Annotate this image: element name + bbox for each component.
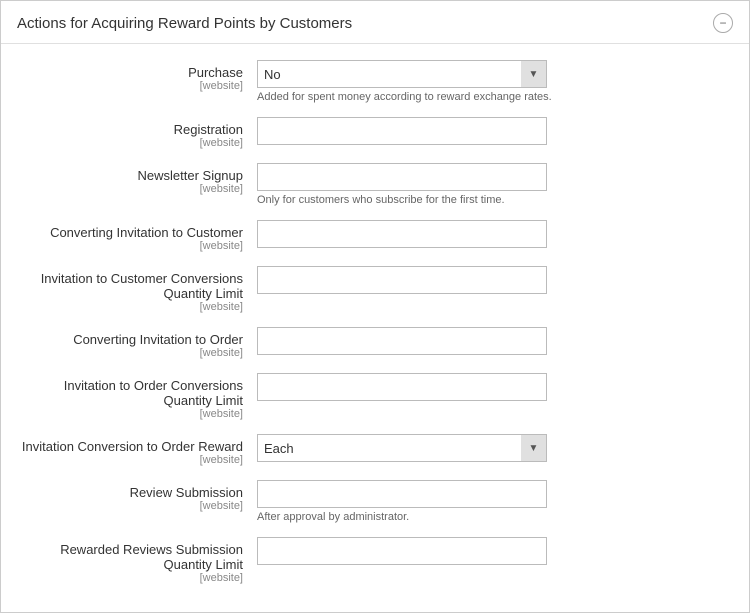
sublabel-invitation-order-quantity: [website] — [17, 408, 243, 420]
label-converting-invitation-customer: Converting Invitation to Customer — [17, 225, 243, 240]
input-registration[interactable] — [257, 117, 547, 145]
select-purchase[interactable]: NoYes — [257, 60, 547, 88]
collapse-button[interactable]: − — [713, 13, 733, 33]
sublabel-review-submission: [website] — [17, 500, 243, 512]
hint-review-submission: After approval by administrator. — [257, 511, 733, 523]
input-invitation-order-quantity[interactable] — [257, 373, 547, 401]
label-converting-invitation-order: Converting Invitation to Order — [17, 332, 243, 347]
sublabel-purchase: [website] — [17, 80, 243, 92]
select-wrapper-purchase: NoYes▼ — [257, 60, 547, 88]
collapse-icon: − — [719, 16, 726, 30]
sublabel-newsletter-signup: [website] — [17, 183, 243, 195]
sublabel-rewarded-reviews-quantity: [website] — [17, 572, 243, 584]
label-newsletter-signup: Newsletter Signup — [17, 168, 243, 183]
label-registration: Registration — [17, 122, 243, 137]
form-row-registration: Registration[website] — [1, 111, 749, 155]
form-row-rewarded-reviews-quantity: Rewarded Reviews Submission Quantity Lim… — [1, 531, 749, 590]
sublabel-invitation-order-reward: [website] — [17, 454, 243, 466]
label-invitation-order-reward: Invitation Conversion to Order Reward — [17, 439, 243, 454]
sublabel-registration: [website] — [17, 137, 243, 149]
sublabel-converting-invitation-customer: [website] — [17, 240, 243, 252]
form-row-invitation-order-quantity: Invitation to Order Conversions Quantity… — [1, 367, 749, 426]
select-invitation-order-reward[interactable]: EachFirst — [257, 434, 547, 462]
input-review-submission[interactable] — [257, 480, 547, 508]
label-invitation-customer-quantity: Invitation to Customer Conversions Quant… — [17, 271, 243, 301]
form-row-converting-invitation-customer: Converting Invitation to Customer[websit… — [1, 214, 749, 258]
page-container: Actions for Acquiring Reward Points by C… — [0, 0, 750, 613]
input-converting-invitation-order[interactable] — [257, 327, 547, 355]
page-header: Actions for Acquiring Reward Points by C… — [1, 1, 749, 44]
hint-purchase: Added for spent money according to rewar… — [257, 91, 733, 103]
form-row-converting-invitation-order: Converting Invitation to Order[website] — [1, 321, 749, 365]
label-rewarded-reviews-quantity: Rewarded Reviews Submission Quantity Lim… — [17, 542, 243, 572]
label-purchase: Purchase — [17, 65, 243, 80]
input-newsletter-signup[interactable] — [257, 163, 547, 191]
label-invitation-order-quantity: Invitation to Order Conversions Quantity… — [17, 378, 243, 408]
sublabel-converting-invitation-order: [website] — [17, 347, 243, 359]
form-row-review-submission: Review Submission[website] After approval… — [1, 474, 749, 529]
page-title: Actions for Acquiring Reward Points by C… — [17, 15, 352, 32]
form-row-newsletter-signup: Newsletter Signup[website] Only for custo… — [1, 157, 749, 212]
form-row-purchase: Purchase[website] NoYes▼ Added for spent m… — [1, 54, 749, 109]
form-body: Purchase[website]NoYes▼Added for spent m… — [1, 44, 749, 612]
sublabel-invitation-customer-quantity: [website] — [17, 301, 243, 313]
input-converting-invitation-customer[interactable] — [257, 220, 547, 248]
form-row-invitation-customer-quantity: Invitation to Customer Conversions Quant… — [1, 260, 749, 319]
hint-newsletter-signup: Only for customers who subscribe for the… — [257, 194, 733, 206]
input-invitation-customer-quantity[interactable] — [257, 266, 547, 294]
select-wrapper-invitation-order-reward: EachFirst▼ — [257, 434, 547, 462]
label-review-submission: Review Submission — [17, 485, 243, 500]
form-row-invitation-order-reward: Invitation Conversion to Order Reward[we… — [1, 428, 749, 472]
input-rewarded-reviews-quantity[interactable] — [257, 537, 547, 565]
